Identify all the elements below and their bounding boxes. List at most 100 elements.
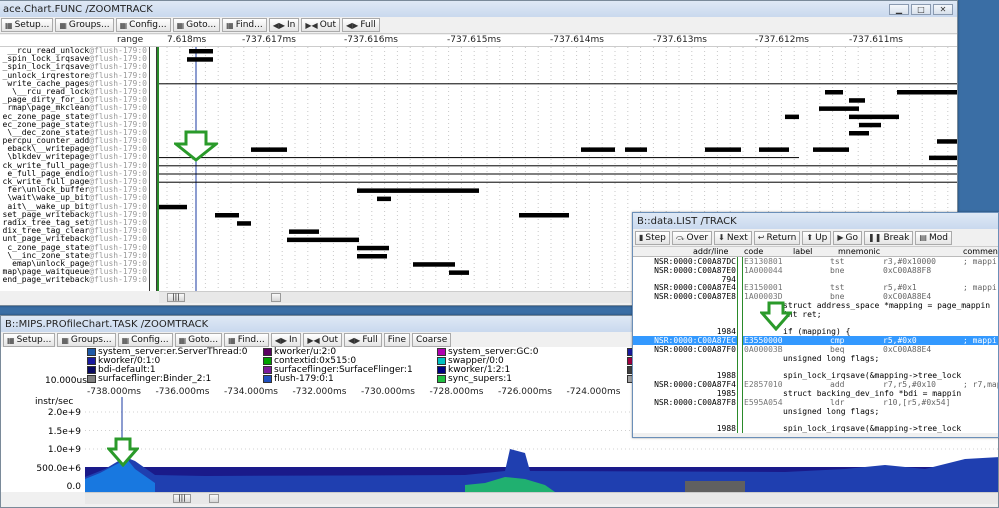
asm-line[interactable]: NSR:0000:C00A87F0 0A00003B beq 0xC00A88E4	[633, 345, 998, 354]
function-row-label[interactable]: _page_dirty_for_io@flush-179:0	[0, 96, 149, 104]
chart-button-out[interactable]: ▶◀ Out	[301, 18, 341, 32]
list-button-return[interactable]: ↩ Return	[753, 230, 801, 245]
list-button-step[interactable]: ▮ Step	[635, 230, 670, 245]
list-button-next[interactable]: ⬇ Next	[714, 230, 752, 245]
source-line[interactable]: 1985 struct backing_dev_info *bdi = mappi…	[633, 389, 998, 398]
source-line[interactable]: 1988 spin_lock_irqsave(&mapping->tree_loc…	[633, 424, 998, 433]
list-button-break[interactable]: ❚❚ Break	[864, 230, 914, 245]
asm-line[interactable]: NSR:0000:C00A87F8 E595A054 ldr r10,[r5,#0x5…	[633, 398, 998, 407]
function-row-label[interactable]: _unlock_irqrestore@flush-179:0	[0, 72, 149, 80]
function-row-label[interactable]: \__inc_zone_state@flush-179:0	[0, 252, 149, 260]
scroll-thumb[interactable]: |||	[173, 494, 191, 503]
listing-rows[interactable]: NSR:0000:C00A87DC E3130801 tst r3,#0x10000;…	[633, 257, 998, 433]
blank-line[interactable]	[633, 363, 998, 372]
source-line[interactable]: unsigned long flags;	[633, 407, 998, 416]
list-button-go[interactable]: ▶ Go	[833, 230, 863, 245]
blank-line[interactable]	[633, 415, 998, 424]
profile-button-in[interactable]: ◀▶ In	[270, 333, 302, 347]
profile-button-fine[interactable]: Fine	[383, 333, 410, 347]
source-line[interactable]: int ret;	[633, 310, 998, 319]
legend-entry[interactable]: sync_supers:1	[437, 374, 512, 384]
function-name: \__rcu_read_lock	[12, 87, 90, 96]
list-button-over[interactable]: ⤼ Over	[671, 230, 713, 245]
asm-line[interactable]: NSR:0000:C00A87F4 E2857010 add r7,r5,#0x10;…	[633, 380, 998, 389]
chart-button-goto[interactable]: ▦ Goto...	[172, 18, 221, 32]
profile-button-goto[interactable]: ▦ Goto...	[174, 333, 223, 347]
function-row-label[interactable]: \wait\wake_up_bit@flush-179:0	[0, 194, 149, 202]
function-row-label[interactable]: ait\__wake_up_bit@flush-179:0	[0, 203, 149, 211]
close-button[interactable]: ✕	[933, 3, 953, 15]
chart-button-config[interactable]: ▦ Config...	[115, 18, 171, 32]
profile-button-config[interactable]: ▦ Config...	[117, 333, 173, 347]
blank-line[interactable]	[633, 319, 998, 328]
profile-button-full[interactable]: ◀▶ Full	[344, 333, 382, 347]
asm-line[interactable]: NSR:0000:C00A87EC E3550000 cmp r5,#0x0 ; map…	[633, 336, 998, 346]
function-run-bar	[897, 90, 957, 95]
source-line[interactable]: unsigned long flags;	[633, 354, 998, 363]
source-line[interactable]: struct address_space *mapping = page_map…	[633, 301, 998, 310]
profile-button-setup[interactable]: ▦ Setup...	[3, 333, 56, 347]
chart-button-find[interactable]: ▦ Find...	[222, 18, 267, 32]
scroll-thumb[interactable]: |||	[167, 293, 185, 302]
list-button-up[interactable]: ⬆ Up	[802, 230, 832, 245]
function-row-label[interactable]: fer\unlock_buffer@flush-179:0	[0, 186, 149, 194]
asm-line[interactable]: NSR:0000:C00A87E8 1A00003D bne 0xC00A88E4	[633, 292, 998, 301]
function-row-label[interactable]: percpu_counter_add@flush-179:0	[0, 137, 149, 145]
scroll-right-thumb[interactable]	[209, 494, 219, 503]
asm-line[interactable]: NSR:0000:C00A87DC E3130801 tst r3,#0x10000;…	[633, 257, 998, 266]
minimize-button[interactable]: ▁	[889, 3, 909, 15]
marker-arrow-icon	[174, 130, 218, 162]
legend-entry[interactable]: surfaceflinger:Binder_2:1	[87, 374, 211, 384]
profile-button-find[interactable]: ▦ Find...	[224, 333, 269, 347]
function-row-label[interactable]: set_page_writeback@flush-179:0	[0, 211, 149, 219]
source-line[interactable]: 1984 if (mapping) {	[633, 327, 998, 336]
function-row-label[interactable]: ec_zone_page_state@flush-179:0	[0, 113, 149, 121]
profile-button-out[interactable]: ▶◀ Out	[303, 333, 343, 347]
function-row-label[interactable]: c_zone_page_state@flush-179:0	[0, 244, 149, 252]
chart-button-in[interactable]: ◀▶ In	[268, 18, 300, 32]
function-row-label[interactable]: dix_tree_tag_clear@flush-179:0	[0, 227, 149, 235]
legend-swatch	[87, 366, 96, 374]
legend-swatch	[437, 366, 446, 374]
function-row-label[interactable]: rmap\page_mkclean@flush-179:0	[0, 104, 149, 112]
function-row-label[interactable]: emap\unlock_page@flush-179:0	[0, 260, 149, 268]
profile-hscroll[interactable]: |||	[85, 492, 998, 504]
scroll-right-thumb[interactable]	[271, 293, 281, 302]
function-row-label[interactable]: eback\__writepage@flush-179:0	[0, 145, 149, 153]
function-row-label[interactable]: e_full_page_endio@flush-179:0	[0, 170, 149, 178]
function-row-label[interactable]: ck_write_full_page@flush-179:0	[0, 178, 149, 186]
function-row-label[interactable]: unt_page_writeback@flush-179:0	[0, 235, 149, 243]
function-row-label[interactable]: end_page_writeback@flush-179:0	[0, 276, 149, 284]
function-row-label[interactable]: radix_tree_tag_set@flush-179:0	[0, 219, 149, 227]
list-window-titlebar[interactable]: B::data.LIST /TRACK	[633, 213, 998, 229]
chart-button-setup[interactable]: ▦ Setup...	[1, 18, 54, 32]
legend-label: flush-179:0:1	[274, 374, 334, 384]
function-run-bar	[849, 98, 865, 103]
function-row-label[interactable]: ck_write_full_page@flush-179:0	[0, 162, 149, 170]
function-row-label[interactable]: __rcu_read_unlock@flush-179:0	[0, 47, 149, 55]
function-row-label[interactable]: _spin_lock_irqsave@flush-179:0	[0, 63, 149, 71]
function-row-label[interactable]: \__dec_zone_state@flush-179:0	[0, 129, 149, 137]
chart-button-full[interactable]: ◀▶ Full	[342, 18, 380, 32]
chart-button-groups[interactable]: ▦ Groups...	[55, 18, 114, 32]
legend-entry[interactable]: flush-179:0:1	[263, 374, 334, 384]
function-row-label[interactable]: _spin_lock_irqsave@flush-179:0	[0, 55, 149, 63]
function-row-label[interactable]: \__rcu_read_lock@flush-179:0	[0, 88, 149, 96]
function-row-label[interactable]: write_cache_pages@flush-179:0	[0, 80, 149, 88]
function-row-label[interactable]: ec_zone_page_state@flush-179:0	[0, 121, 149, 129]
maximize-button[interactable]: □	[911, 3, 931, 15]
button-label: In	[289, 335, 298, 345]
asm-line[interactable]: NSR:0000:C00A87E4 E3150001 tst r5,#0x1 ; map…	[633, 283, 998, 292]
asm-line[interactable]: NSR:0000:C00A87E0 1A000044 bne 0xC00A88F8	[633, 266, 998, 275]
function-row-label[interactable]: \blkdev_writepage@flush-179:0	[0, 153, 149, 161]
y-tick-label: 2.0e+9	[47, 408, 81, 418]
chart-window-titlebar[interactable]: ace.Chart.FUNC /ZOOMTRACK ▁ □ ✕	[0, 1, 957, 17]
source-line[interactable]: 794	[633, 275, 998, 284]
source-line[interactable]: 1988 spin_lock_irqsave(&mapping->tree_loc…	[633, 371, 998, 380]
function-task-suffix: @flush-179:0	[89, 128, 147, 137]
profile-button-groups[interactable]: ▦ Groups...	[57, 333, 116, 347]
list-button-mod[interactable]: ▤ Mod	[915, 230, 952, 245]
function-name: __rcu_read_unlock	[7, 47, 90, 55]
profile-button-coarse[interactable]: Coarse	[412, 333, 452, 347]
function-row-label[interactable]: map\page_waitqueue@flush-179:0	[0, 268, 149, 276]
